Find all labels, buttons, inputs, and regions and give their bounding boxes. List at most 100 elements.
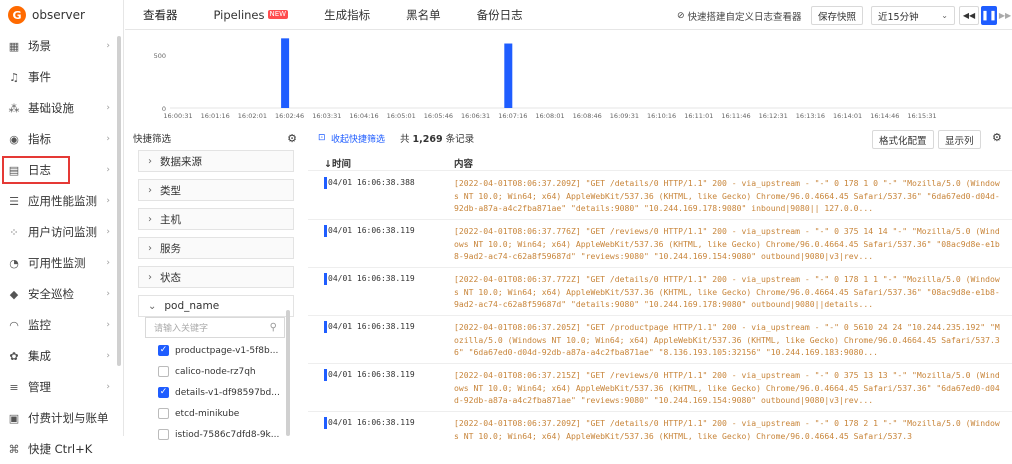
- log-level-indicator: [324, 369, 327, 381]
- tab-backup-logs-label: 备份日志: [476, 7, 523, 22]
- sidebar-item-6[interactable]: ⁘ 用户访问监测 ›: [0, 217, 124, 247]
- filter-group-3[interactable]: › 服务: [138, 237, 294, 259]
- display-columns-label: 显示列: [945, 135, 974, 147]
- shield-icon: ◆: [9, 287, 19, 301]
- keyword-search-input[interactable]: 请输入关键字 ⚲: [145, 317, 285, 338]
- keyword-search-placeholder: 请输入关键字: [154, 324, 209, 334]
- log-row[interactable]: 04/01 16:06:38.119 [2022-04-01T08:06:37.2…: [308, 366, 1012, 410]
- availability-icon: ◔: [9, 256, 19, 270]
- log-histogram-chart: 0 500 16:00:31 16:01:16 16:02:01 16:02:46 16:0…: [140, 30, 1012, 122]
- display-columns-button[interactable]: 显示列: [938, 130, 981, 149]
- sidebar-item-10[interactable]: ✿ 集成 ›: [0, 341, 124, 371]
- filter-group-2[interactable]: › 主机: [138, 208, 294, 230]
- tab-pipelines[interactable]: Pipelines NEW: [214, 8, 289, 22]
- record-count: 共 1,269 条记录: [400, 131, 474, 145]
- x-tick-label: 16:11:46: [721, 112, 750, 120]
- record-count-value: 1,269: [412, 134, 443, 145]
- tab-viewer[interactable]: 查看器: [143, 7, 178, 23]
- pod-option-0[interactable]: ✓ productpage-v1-5f8b...: [158, 342, 278, 359]
- chevron-right-icon: ›: [106, 320, 110, 330]
- tab-generate-metrics[interactable]: 生成指标: [324, 7, 370, 23]
- pod-option-label: calico-node-rz7qh: [175, 366, 256, 377]
- checkbox[interactable]: [158, 429, 169, 440]
- log-row[interactable]: 04/01 16:06:38.119 [2022-04-01T08:06:37.7…: [308, 222, 1012, 266]
- tab-backup-logs[interactable]: 备份日志: [477, 7, 523, 23]
- sidebar-item-0[interactable]: ▦ 场景 ›: [0, 31, 124, 61]
- chevron-right-icon: ›: [148, 242, 152, 254]
- quick-filter-scrollbar[interactable]: [286, 310, 290, 436]
- sidebar-item-8[interactable]: ◆ 安全巡检 ›: [0, 279, 124, 309]
- row-divider: [308, 315, 1012, 316]
- sidebar-item-3[interactable]: ◉ 指标 ›: [0, 124, 124, 154]
- pod-option-4[interactable]: istiod-7586c7dfd8-9k...: [158, 426, 279, 443]
- log-time: 04/01 16:06:38.119: [328, 370, 415, 379]
- filter-group-0[interactable]: › 数据来源: [138, 150, 294, 172]
- log-row[interactable]: 04/01 16:06:38.388 [2022-04-01T08:06:37.2…: [308, 174, 1012, 218]
- collapse-quick-filter-link[interactable]: 收起快捷筛选: [331, 132, 385, 145]
- sidebar-item-label: 场景: [28, 39, 51, 53]
- sidebar-item-11[interactable]: ≡ 管理 ›: [0, 372, 124, 402]
- x-tick-label: 16:02:46: [275, 112, 304, 120]
- header-divider: [308, 170, 1012, 171]
- log-list-toolbar: ⊡ 收起快捷筛选 共 1,269 条记录 格式化配置 显示列 ⚙: [308, 128, 1012, 149]
- format-config-label: 格式化配置: [879, 135, 927, 147]
- tab-blacklist[interactable]: 黑名单: [406, 7, 441, 23]
- chevron-right-icon: ›: [106, 227, 110, 237]
- log-level-indicator: [324, 321, 327, 333]
- log-row[interactable]: 04/01 16:06:38.119 [2022-04-01T08:06:37.2…: [308, 318, 1012, 362]
- new-badge: NEW: [267, 10, 289, 19]
- active-item-highlight: [2, 156, 70, 184]
- quick-filter-header: 快捷筛选 ⚙: [133, 128, 297, 148]
- pod-option-label: productpage-v1-5f8b...: [175, 345, 279, 356]
- row-divider: [308, 219, 1012, 220]
- column-time-header[interactable]: ↓时间: [324, 156, 351, 170]
- sidebar-item-9[interactable]: ◠ 监控 ›: [0, 310, 124, 340]
- sidebar-item-5[interactable]: ☰ 应用性能监测 ›: [0, 186, 124, 216]
- checkbox[interactable]: ✓: [158, 345, 169, 356]
- pod-option-1[interactable]: calico-node-rz7qh: [158, 363, 256, 380]
- sidebar-item-12[interactable]: ▣ 付费计划与账单: [0, 403, 124, 433]
- save-snapshot-button[interactable]: 保存快照: [811, 6, 864, 25]
- histogram-bar[interactable]: [281, 38, 290, 108]
- sidebar-item-1[interactable]: ♫ 事件: [0, 62, 124, 92]
- forward-button[interactable]: ▶▶: [999, 6, 1011, 25]
- app-logo[interactable]: G observer: [0, 0, 123, 30]
- x-tick-label: 16:08:01: [535, 112, 564, 120]
- checkbox[interactable]: [158, 366, 169, 377]
- histogram-bar[interactable]: [504, 43, 513, 109]
- collapse-filter-icon[interactable]: ⊡: [318, 133, 326, 143]
- sidebar-item-7[interactable]: ◔ 可用性监测 ›: [0, 248, 124, 278]
- settings-icon[interactable]: ⚙: [992, 131, 1002, 144]
- x-tick-label: 16:11:01: [684, 112, 713, 120]
- filter-group-5[interactable]: ⌄ pod_name: [138, 295, 294, 317]
- sidebar-item-label: 应用性能监测: [28, 194, 97, 208]
- pause-button[interactable]: ❚❚: [981, 6, 997, 25]
- circle-plus-icon: ⊘: [677, 10, 685, 21]
- checkbox[interactable]: [158, 408, 169, 419]
- rewind-button[interactable]: ◀◀: [959, 6, 979, 25]
- sidebar-item-13[interactable]: ⌘ 快捷 Ctrl+K: [0, 434, 124, 464]
- rum-icon: ⁘: [9, 225, 19, 239]
- observer-logo-icon: G: [8, 6, 26, 24]
- x-tick-label: 16:01:16: [201, 112, 230, 120]
- filter-group-4[interactable]: › 状态: [138, 266, 294, 288]
- pod-option-2[interactable]: ✓ details-v1-df98597bd...: [158, 384, 280, 401]
- sidebar-item-2[interactable]: ⁂ 基础设施 ›: [0, 93, 124, 123]
- checkbox[interactable]: ✓: [158, 387, 169, 398]
- tab-generate-metrics-label: 生成指标: [324, 7, 371, 22]
- log-row[interactable]: 04/01 16:06:38.119 [2022-04-01T08:06:37.2…: [308, 414, 1012, 458]
- sidebar-item-label: 监控: [28, 318, 51, 332]
- filter-group-1[interactable]: › 类型: [138, 179, 294, 201]
- time-range-select[interactable]: 近15分钟 ⌄: [871, 6, 955, 25]
- sidebar-item-label: 集成: [28, 349, 51, 363]
- gear-icon[interactable]: ⚙: [287, 132, 297, 145]
- log-row[interactable]: 04/01 16:06:38.119 [2022-04-01T08:06:37.7…: [308, 270, 1012, 314]
- pod-option-3[interactable]: etcd-minikube: [158, 405, 239, 422]
- sidebar-scrollbar[interactable]: [117, 36, 121, 366]
- x-tick-label: 16:12:31: [759, 112, 788, 120]
- save-snapshot-label: 保存快照: [818, 11, 857, 23]
- log-list-panel: ⊡ 收起快捷筛选 共 1,269 条记录 格式化配置 显示列 ⚙ ↓时间 内容 …: [308, 124, 1012, 441]
- format-config-button[interactable]: 格式化配置: [872, 130, 934, 149]
- filter-group-label: 类型: [160, 184, 181, 197]
- quick-build-viewer-link[interactable]: ⊘ 快速搭建自定义日志查看器: [671, 6, 808, 25]
